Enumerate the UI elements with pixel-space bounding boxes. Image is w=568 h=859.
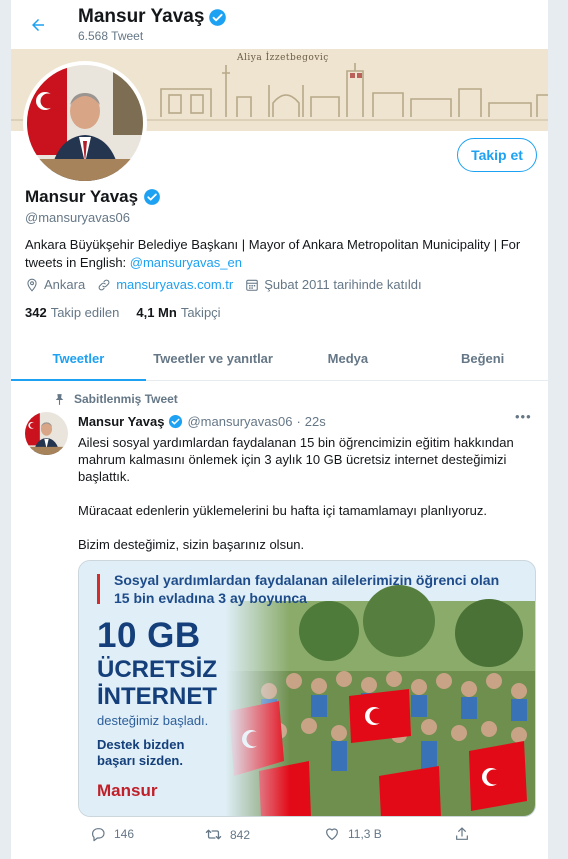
tweet-separator: · bbox=[296, 414, 301, 429]
profile-meta: Ankara mansuryavas.com.tr Şubat 2011 tar… bbox=[25, 277, 422, 292]
image-accent-bar bbox=[97, 574, 100, 604]
profile-name-text: Mansur Yavaş bbox=[25, 187, 139, 206]
verified-icon bbox=[209, 8, 227, 26]
tweet-count: 6.568 Tweet bbox=[78, 29, 144, 43]
header-name: Mansur Yavaş bbox=[78, 6, 227, 28]
arrow-left-icon bbox=[32, 19, 44, 31]
profile-avatar[interactable] bbox=[23, 61, 147, 185]
bio-text: Ankara Büyükşehir Belediye Başkanı | May… bbox=[25, 237, 521, 270]
back-button[interactable] bbox=[23, 10, 53, 40]
following-count: 342 bbox=[25, 305, 47, 320]
tweet-paragraph: Ailesi sosyal yardımlardan faydalanan 15… bbox=[78, 435, 514, 484]
image-logo: Mansur bbox=[97, 781, 158, 800]
tweet-header: Mansur Yavaş @mansuryavas06 · 22s bbox=[78, 414, 326, 429]
retweet-action[interactable]: 842 bbox=[205, 826, 250, 843]
tweet-author-handle[interactable]: @mansuryavas06 bbox=[187, 414, 292, 429]
image-headline-2: 15 bin evladına 3 ay boyunca bbox=[114, 590, 307, 606]
more-options-icon[interactable]: ••• bbox=[515, 409, 532, 424]
followers-stat[interactable]: 4,1 Mn Takipçi bbox=[136, 305, 220, 320]
joined-text: Şubat 2011 tarihinde katıldı bbox=[264, 277, 422, 292]
tweet-media-image[interactable]: Sosyal yardımlardan faydalanan ailelerim… bbox=[78, 560, 536, 817]
bio-mention-link[interactable]: @mansuryavas_en bbox=[130, 255, 242, 270]
reply-action[interactable]: 146 bbox=[90, 826, 134, 842]
tweet-avatar-photo bbox=[25, 412, 68, 455]
following-stat[interactable]: 342 Takip edilen bbox=[25, 305, 119, 320]
image-headline-1: Sosyal yardımlardan faydalanan ailelerim… bbox=[114, 572, 500, 588]
follow-button[interactable]: Takip et bbox=[457, 138, 537, 172]
share-icon bbox=[456, 827, 468, 840]
tweet-paragraph: Müracaat edenlerin yüklemelerini bu haft… bbox=[78, 503, 487, 518]
tab-media[interactable]: Medya bbox=[281, 340, 416, 380]
following-label: Takip edilen bbox=[50, 305, 120, 320]
profile-name: Mansur Yavaş bbox=[25, 187, 161, 207]
tweet-paragraph: Bizim desteğimiz, sizin başarınız olsun. bbox=[78, 537, 305, 552]
banner-signature: Aliya İzzetbegoviç bbox=[237, 53, 329, 63]
header-name-text: Mansur Yavaş bbox=[78, 6, 205, 27]
tweet-avatar[interactable] bbox=[25, 412, 68, 455]
followers-count: 4,1 Mn bbox=[136, 305, 177, 320]
website-link[interactable]: mansuryavas.com.tr bbox=[116, 277, 233, 292]
pinned-label: Sabitlenmiş Tweet bbox=[74, 392, 178, 406]
reply-icon bbox=[92, 828, 105, 842]
pinned-indicator: Sabitlenmiş Tweet bbox=[53, 392, 178, 406]
profile-column: Mansur Yavaş 6.568 Tweet Aliya İzzetbego… bbox=[10, 0, 549, 859]
profile-bio: Ankara Büyükşehir Belediye Başkanı | May… bbox=[25, 236, 540, 272]
tab-likes[interactable]: Beğeni bbox=[415, 340, 548, 380]
tweet-time[interactable]: 22s bbox=[305, 414, 326, 429]
tab-tweets[interactable]: Tweetler bbox=[11, 340, 146, 381]
retweet-count: 842 bbox=[230, 827, 251, 842]
tweet-text: Ailesi sosyal yardımlardan faydalanan 15… bbox=[78, 434, 538, 570]
retweet-icon bbox=[205, 829, 222, 840]
link-icon bbox=[98, 279, 110, 290]
like-count: 11,3 B bbox=[348, 827, 382, 841]
heart-icon bbox=[326, 828, 338, 840]
profile-stats: 342 Takip edilen 4,1 Mn Takipçi bbox=[25, 305, 221, 320]
like-action[interactable]: 11,3 B bbox=[324, 826, 382, 842]
image-big-text: 10 GB bbox=[97, 616, 201, 655]
tab-tweets-and-replies[interactable]: Tweetler ve yanıtlar bbox=[146, 340, 281, 380]
location-pin-icon bbox=[27, 278, 37, 292]
profile-tabs: Tweetler Tweetler ve yanıtlar Medya Beğe… bbox=[11, 340, 548, 381]
joined-date: Şubat 2011 tarihinde katıldı bbox=[245, 277, 422, 292]
reply-count: 146 bbox=[114, 827, 135, 841]
pin-icon bbox=[55, 393, 64, 405]
location: Ankara bbox=[25, 277, 85, 292]
followers-label: Takipçi bbox=[180, 305, 221, 320]
share-action[interactable] bbox=[454, 826, 470, 842]
tweet-actions: 146 842 11,3 B bbox=[78, 826, 478, 846]
top-bar: Mansur Yavaş 6.568 Tweet bbox=[11, 0, 548, 49]
calendar-icon bbox=[246, 279, 259, 291]
image-slogan-2: başarı sizden. bbox=[97, 753, 183, 768]
verified-icon bbox=[144, 189, 160, 205]
location-text: Ankara bbox=[44, 277, 86, 292]
profile-handle: @mansuryavas06 bbox=[25, 210, 130, 225]
website[interactable]: mansuryavas.com.tr bbox=[97, 277, 233, 292]
avatar-photo bbox=[27, 65, 143, 181]
image-slogan-1: Destek bizden bbox=[97, 737, 185, 752]
verified-icon bbox=[169, 414, 183, 429]
image-internet-text: İNTERNET bbox=[97, 683, 217, 710]
image-free-text: ÜCRETSİZ bbox=[97, 656, 217, 683]
image-started-text: desteğimiz başladı. bbox=[97, 713, 209, 728]
tweet-author-name[interactable]: Mansur Yavaş bbox=[78, 414, 164, 429]
